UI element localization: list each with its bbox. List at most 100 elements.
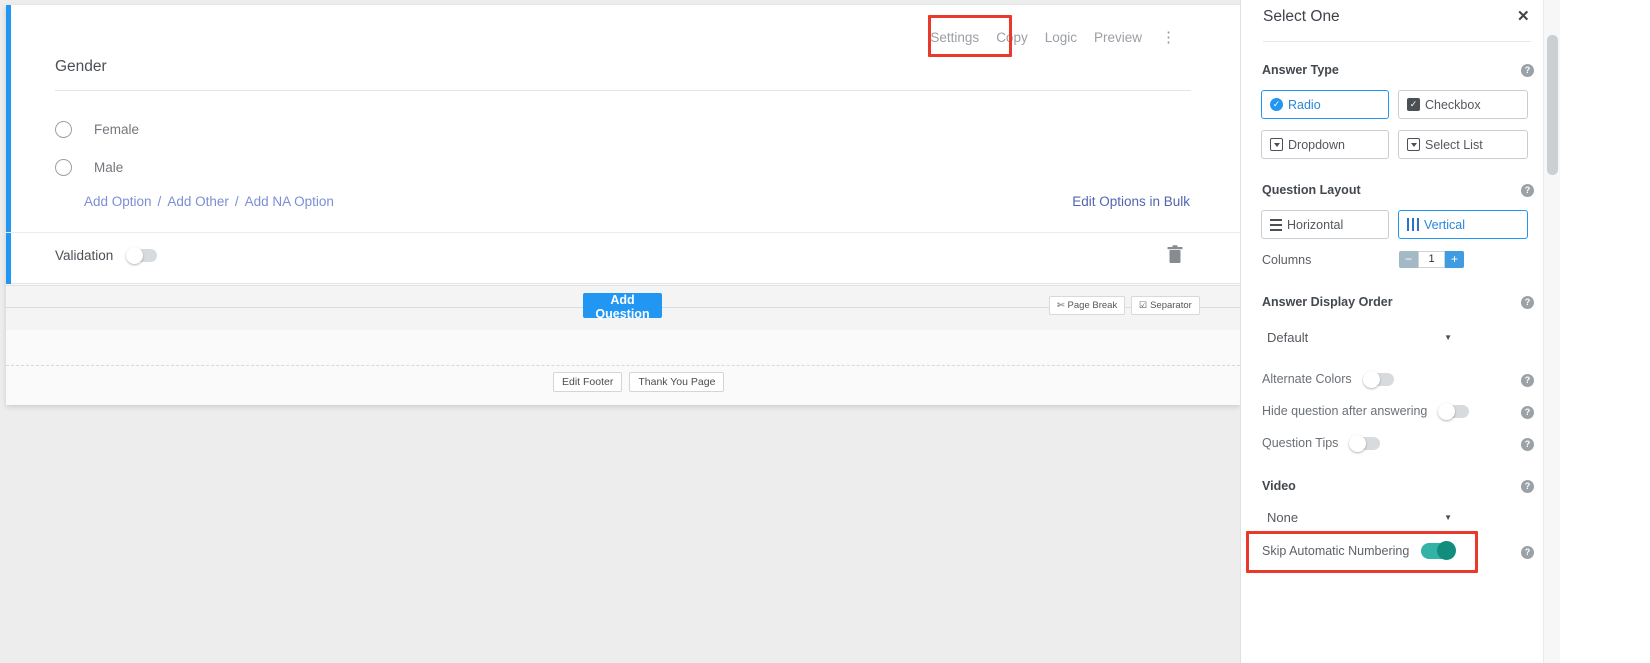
logic-button[interactable]: Logic xyxy=(1045,30,1077,45)
delete-question-icon[interactable] xyxy=(1167,245,1183,264)
columns-value[interactable]: 1 xyxy=(1418,251,1445,268)
skip-numbering-toggle[interactable] xyxy=(1421,543,1455,559)
question-settings-panel: Select One ✕ Answer Type ? ✓ Radio ✓ Che… xyxy=(1240,0,1543,663)
answer-display-order-select[interactable]: Default ▼ xyxy=(1267,330,1452,345)
vertical-scrollbar[interactable] xyxy=(1543,0,1560,663)
columns-increment-button[interactable]: + xyxy=(1445,251,1464,268)
option-label[interactable]: Male xyxy=(94,160,123,175)
link-separator: / xyxy=(235,194,239,209)
option-links: Add Option / Add Other / Add NA Option xyxy=(84,194,334,209)
answer-option-row: Male xyxy=(55,159,123,176)
scrollbar-thumb[interactable] xyxy=(1547,35,1558,175)
question-card[interactable]: Settings Copy Logic Preview ⋮ Gender Fem… xyxy=(6,5,1240,284)
columns-label: Columns xyxy=(1262,253,1311,267)
question-title-underline xyxy=(55,90,1191,91)
alternate-colors-label: Alternate Colors xyxy=(1262,372,1352,386)
layout-option-label: Vertical xyxy=(1424,218,1465,232)
add-other-link[interactable]: Add Other xyxy=(167,194,229,209)
vertical-layout-icon xyxy=(1407,218,1419,231)
answer-option-row: Female xyxy=(55,121,139,138)
copy-button[interactable]: Copy xyxy=(996,30,1028,45)
alternate-colors-help-icon[interactable]: ? xyxy=(1521,374,1534,387)
footer-dashed-divider xyxy=(6,365,1240,366)
page-break-label: Page Break xyxy=(1068,300,1118,311)
columns-decrement-button[interactable]: − xyxy=(1399,251,1418,268)
separator-label: Separator xyxy=(1150,300,1192,311)
selected-value: Default xyxy=(1267,330,1308,345)
answer-type-select-list-button[interactable]: Select List xyxy=(1398,130,1528,159)
page-break-icon: ✄ xyxy=(1057,300,1065,311)
video-select[interactable]: None ▼ xyxy=(1267,510,1452,525)
panel-divider xyxy=(1263,41,1531,42)
horizontal-layout-icon xyxy=(1270,219,1282,231)
question-tips-help-icon[interactable]: ? xyxy=(1521,438,1534,451)
survey-footer-band: Edit Footer Thank You Page xyxy=(6,330,1240,405)
selected-value: None xyxy=(1267,510,1298,525)
answer-type-dropdown-button[interactable]: Dropdown xyxy=(1261,130,1389,159)
question-tips-toggle[interactable] xyxy=(1350,437,1380,450)
validation-row: Validation xyxy=(55,248,157,263)
option-label[interactable]: Female xyxy=(94,122,139,137)
layout-vertical-button[interactable]: Vertical xyxy=(1398,210,1528,239)
dropdown-icon xyxy=(1270,138,1283,151)
survey-canvas: Settings Copy Logic Preview ⋮ Gender Fem… xyxy=(6,5,1240,405)
select-list-icon xyxy=(1407,138,1420,151)
video-help-icon[interactable]: ? xyxy=(1521,480,1534,493)
answer-type-help-icon[interactable]: ? xyxy=(1521,64,1534,77)
card-divider xyxy=(6,232,1240,233)
question-layout-help-icon[interactable]: ? xyxy=(1521,184,1534,197)
skip-numbering-help-icon[interactable]: ? xyxy=(1521,546,1534,559)
answer-type-option-label: Checkbox xyxy=(1425,98,1481,112)
question-tips-label: Question Tips xyxy=(1262,436,1338,450)
answer-type-radio-button[interactable]: ✓ Radio xyxy=(1261,90,1389,119)
more-options-icon[interactable]: ⋮ xyxy=(1159,28,1178,46)
footer-buttons: Edit Footer Thank You Page xyxy=(553,372,724,392)
answer-display-order-label: Answer Display Order xyxy=(1262,295,1393,309)
separator-button[interactable]: ☑ Separator xyxy=(1131,296,1200,315)
hide-question-row: Hide question after answering xyxy=(1262,404,1469,418)
hide-question-toggle[interactable] xyxy=(1439,405,1469,418)
skip-numbering-label: Skip Automatic Numbering xyxy=(1262,544,1409,558)
question-title[interactable]: Gender xyxy=(55,58,107,76)
answer-type-option-label: Select List xyxy=(1425,138,1483,152)
edit-options-in-bulk-link[interactable]: Edit Options in Bulk xyxy=(1072,194,1190,209)
page-break-button[interactable]: ✄ Page Break xyxy=(1049,296,1125,315)
validation-label: Validation xyxy=(55,248,113,263)
radio-selected-icon: ✓ xyxy=(1270,98,1283,111)
add-question-band: Add Question ✄ Page Break ☑ Separator xyxy=(6,285,1240,330)
answer-type-option-label: Dropdown xyxy=(1288,138,1345,152)
radio-button-icon[interactable] xyxy=(55,159,72,176)
alternate-colors-row: Alternate Colors xyxy=(1262,372,1394,386)
settings-button[interactable]: Settings xyxy=(930,30,979,45)
preview-button[interactable]: Preview xyxy=(1094,30,1142,45)
answer-display-order-help-icon[interactable]: ? xyxy=(1521,296,1534,309)
skip-numbering-row: Skip Automatic Numbering xyxy=(1262,543,1455,559)
add-option-link[interactable]: Add Option xyxy=(84,194,152,209)
layout-option-label: Horizontal xyxy=(1287,218,1343,232)
add-question-button[interactable]: Add Question xyxy=(583,293,662,318)
hide-question-help-icon[interactable]: ? xyxy=(1521,406,1534,419)
answer-type-checkbox-button[interactable]: ✓ Checkbox xyxy=(1398,90,1528,119)
hide-question-label: Hide question after answering xyxy=(1262,404,1427,418)
alternate-colors-toggle[interactable] xyxy=(1364,373,1394,386)
chevron-down-icon: ▼ xyxy=(1444,333,1452,342)
answer-type-option-label: Radio xyxy=(1288,98,1321,112)
chevron-down-icon: ▼ xyxy=(1444,513,1452,522)
active-question-indicator xyxy=(6,5,11,284)
separator-icon: ☑ xyxy=(1139,300,1147,311)
question-layout-label: Question Layout xyxy=(1262,183,1361,197)
survey-builder-page: Settings Copy Logic Preview ⋮ Gender Fem… xyxy=(0,0,1650,663)
edit-footer-button[interactable]: Edit Footer xyxy=(553,372,622,392)
columns-stepper: − 1 + xyxy=(1399,251,1464,268)
link-separator: / xyxy=(158,194,162,209)
question-toolbar: Settings Copy Logic Preview ⋮ xyxy=(930,28,1178,46)
answer-type-label: Answer Type xyxy=(1262,63,1339,77)
checkbox-icon: ✓ xyxy=(1407,98,1420,111)
validation-toggle[interactable] xyxy=(127,249,157,262)
radio-button-icon[interactable] xyxy=(55,121,72,138)
add-na-option-link[interactable]: Add NA Option xyxy=(245,194,334,209)
thank-you-page-button[interactable]: Thank You Page xyxy=(629,372,724,392)
close-icon[interactable]: ✕ xyxy=(1517,7,1530,25)
panel-title: Select One xyxy=(1263,8,1340,26)
layout-horizontal-button[interactable]: Horizontal xyxy=(1261,210,1389,239)
